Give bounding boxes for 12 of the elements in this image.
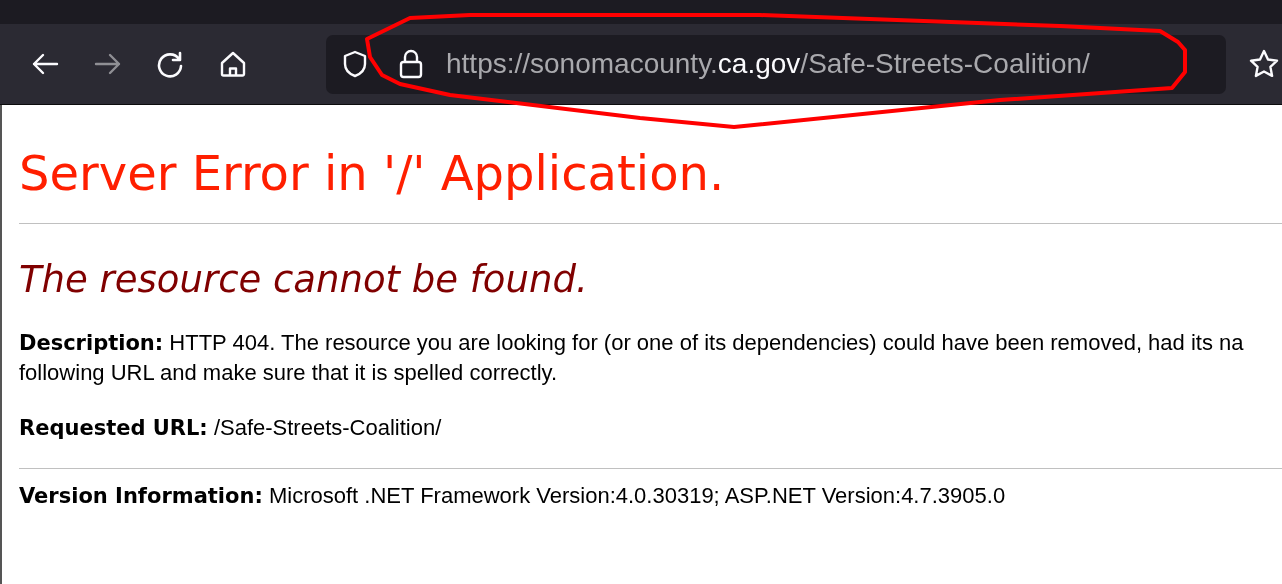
info-paragraph: Requested URL: /Safe-Streets-Coalition/ <box>19 414 443 442</box>
address-bar[interactable]: https://sonomacounty.ca.gov/Safe-Streets-Coalition/ <box>326 34 1226 94</box>
reload-icon <box>156 50 185 78</box>
home-icon <box>218 50 247 78</box>
info-paragraph: Description: HTTP 404. The resource you are looking for (or one of its dependencies) could have been removed, had its na following URL and make sure that it is spelled correctly. <box>19 329 1245 387</box>
info-paragraph: Version Information: Microsoft .NET Framework Version:4.0.30319; ASP.NET Version:4.7.3905.0 <box>19 482 1007 510</box>
error-subtitle: The resource cannot be found. <box>19 258 589 302</box>
error-title: Server Error in '/' Application. <box>19 144 726 203</box>
lock-icon <box>398 48 424 80</box>
star-icon <box>1248 48 1280 80</box>
shield-icon <box>342 50 368 78</box>
url-text: https://sonomacounty.ca.gov/Safe-Streets-Coalition/ <box>446 48 1090 80</box>
